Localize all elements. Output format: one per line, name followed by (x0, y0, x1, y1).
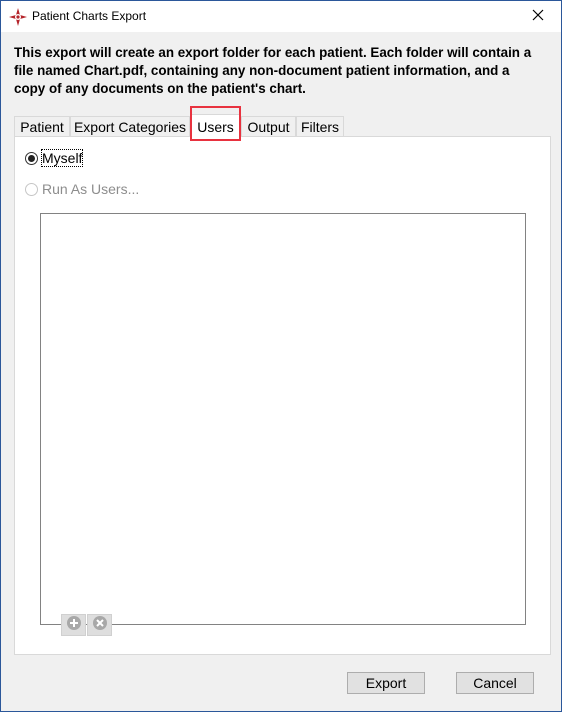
close-button[interactable] (515, 1, 561, 32)
window-title: Patient Charts Export (32, 9, 147, 23)
tab-filters[interactable]: Filters (296, 116, 344, 137)
run-as-users-radio (25, 182, 38, 196)
users-tab-panel: Myself Run As Users... (14, 136, 551, 655)
patient-charts-export-dialog: Patient Charts Export This export will c… (0, 0, 562, 712)
myself-radio[interactable] (25, 151, 38, 165)
tab-users[interactable]: Users (190, 114, 241, 138)
myself-option[interactable]: Myself (25, 149, 84, 167)
add-user-button[interactable] (61, 614, 86, 636)
tab-patient[interactable]: Patient (14, 116, 70, 137)
run-as-users-label: Run As Users... (42, 181, 140, 197)
export-button[interactable]: Export (347, 672, 425, 694)
run-as-users-option: Run As Users... (25, 181, 139, 197)
user-list[interactable] (40, 213, 526, 625)
cancel-button[interactable]: Cancel (456, 672, 534, 694)
tab-output[interactable]: Output (241, 116, 296, 137)
remove-user-button[interactable] (87, 614, 112, 636)
title-bar: Patient Charts Export (1, 1, 561, 32)
plus-circle-icon (66, 615, 82, 636)
x-circle-icon (92, 615, 108, 636)
myself-label: Myself (40, 149, 84, 167)
close-icon (532, 8, 544, 26)
app-logo-icon (9, 8, 27, 26)
export-description: This export will create an export folder… (14, 45, 532, 96)
tab-export-categories[interactable]: Export Categories (70, 116, 190, 137)
